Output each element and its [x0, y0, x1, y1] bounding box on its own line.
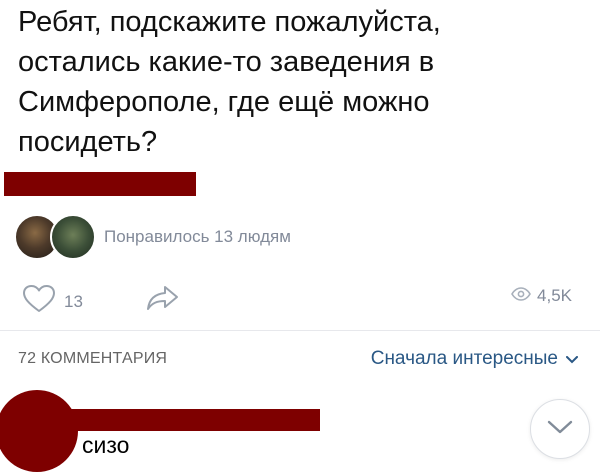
divider: [0, 330, 600, 331]
likers-avatars[interactable]: [14, 214, 104, 260]
likes-summary[interactable]: Понравилось 13 людям: [104, 227, 291, 247]
eye-icon: [511, 286, 537, 306]
chevron-down-icon: [547, 420, 573, 439]
share-arrow-icon: [146, 283, 180, 318]
like-count: 13: [64, 291, 83, 311]
share-button[interactable]: [146, 283, 180, 318]
liker-avatar[interactable]: [50, 214, 96, 260]
views-counter: 4,5K: [511, 286, 572, 306]
chevron-down-icon: [558, 348, 578, 370]
comments-count: 72 КОММЕНТАРИЯ: [18, 350, 168, 367]
comment-author-avatar-redacted[interactable]: [0, 390, 78, 472]
heart-icon: [22, 284, 56, 319]
sort-label: Сначала интересные: [370, 348, 558, 369]
scroll-down-button[interactable]: [530, 399, 590, 459]
comment-text: сизо: [82, 432, 130, 458]
like-button[interactable]: 13: [22, 284, 83, 319]
redacted-commenter-name: [70, 409, 320, 431]
redacted-author-bar: [4, 172, 196, 196]
post-text: Ребят, подскажите пожалуйста, остались к…: [18, 6, 441, 158]
comments-sort-dropdown[interactable]: Сначала интересные: [371, 348, 578, 370]
views-count: 4,5K: [537, 286, 572, 305]
